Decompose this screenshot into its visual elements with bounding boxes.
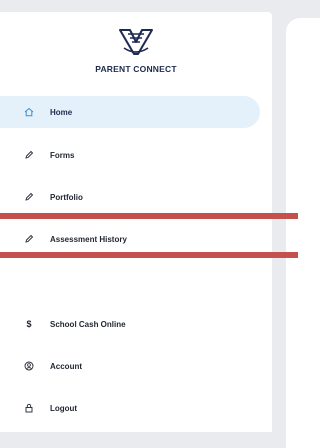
sidebar: PARENT CONNECT Home Forms Portfolio Asse… — [0, 12, 272, 432]
top-strip — [0, 0, 298, 12]
brand-name: PARENT CONNECT — [95, 64, 177, 74]
brand-logo[interactable]: PARENT CONNECT — [0, 26, 272, 74]
nav-item-label: Account — [50, 361, 82, 371]
pencil-icon — [24, 192, 34, 202]
nav-item-label: Portfolio — [50, 192, 83, 202]
nav-item-account[interactable]: Account — [0, 350, 272, 382]
red-divider-bar-top — [0, 213, 298, 219]
account-icon — [24, 361, 34, 371]
nav-item-label: Assessment History — [50, 234, 127, 244]
nav-item-forms[interactable]: Forms — [0, 139, 272, 171]
pencil-icon — [24, 234, 34, 244]
pencil-icon — [24, 150, 34, 160]
nav-item-label: Forms — [50, 150, 75, 160]
nav-item-assessment-history[interactable]: Assessment History — [0, 223, 272, 255]
nav-item-label: Home — [50, 107, 73, 117]
nav-item-label: School Cash Online — [50, 319, 126, 329]
main-content-panel — [286, 18, 320, 448]
nav-item-school-cash-online[interactable]: $ School Cash Online — [0, 308, 272, 340]
dollar-icon: $ — [26, 319, 32, 329]
parent-connect-logo-icon — [119, 29, 153, 55]
nav-item-portfolio[interactable]: Portfolio — [0, 181, 272, 213]
nav-item-label: Logout — [50, 403, 78, 413]
home-icon — [24, 107, 34, 117]
lock-icon — [24, 403, 34, 413]
nav-item-home[interactable]: Home — [0, 96, 260, 128]
red-divider-bar-bottom — [0, 252, 298, 258]
nav-item-logout[interactable]: Logout — [0, 392, 272, 424]
